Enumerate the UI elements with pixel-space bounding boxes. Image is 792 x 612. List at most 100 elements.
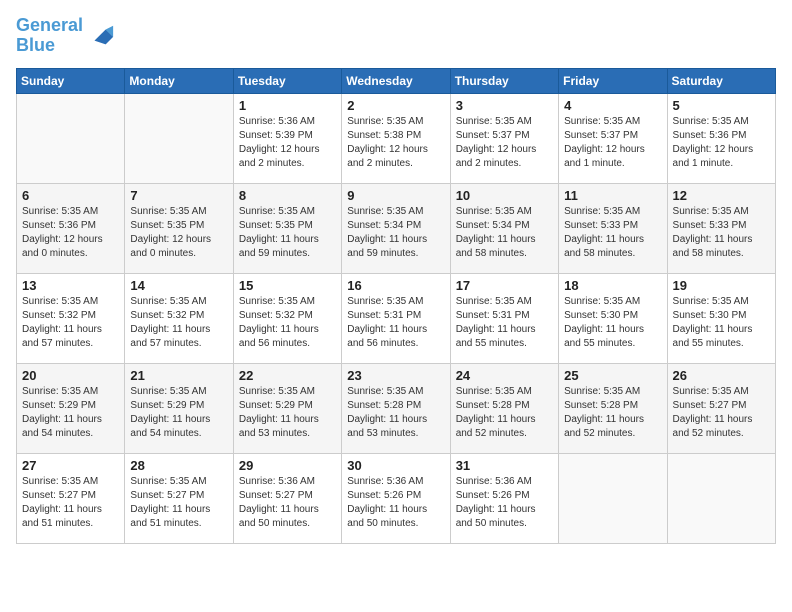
day-number: 7 xyxy=(130,188,227,203)
calendar-cell: 19 Sunrise: 5:35 AM Sunset: 5:30 PM Dayli… xyxy=(667,273,775,363)
day-info: Sunrise: 5:35 AM Sunset: 5:34 PM Dayligh… xyxy=(456,205,553,261)
calendar-cell: 10 Sunrise: 5:35 AM Sunset: 5:34 PM Dayli… xyxy=(450,183,558,273)
calendar-cell: 9Sunrise: 5:35 AM Sunset: 5:34 PM Daylig… xyxy=(342,183,450,273)
day-info: Sunrise: 5:35 AM Sunset: 5:37 PM Dayligh… xyxy=(564,115,661,171)
calendar-cell: 27 Sunrise: 5:35 AM Sunset: 5:27 PM Dayli… xyxy=(17,453,125,543)
logo: General Blue xyxy=(16,16,115,56)
day-info: Sunrise: 5:35 AM Sunset: 5:28 PM Dayligh… xyxy=(456,385,553,441)
day-number: 29 xyxy=(239,458,336,473)
day-info: Sunrise: 5:35 AM Sunset: 5:30 PM Dayligh… xyxy=(673,295,770,351)
day-info: Sunrise: 5:35 AM Sunset: 5:33 PM Dayligh… xyxy=(673,205,770,261)
day-number: 31 xyxy=(456,458,553,473)
calendar-cell: 5Sunrise: 5:35 AM Sunset: 5:36 PM Daylig… xyxy=(667,93,775,183)
day-info: Sunrise: 5:35 AM Sunset: 5:28 PM Dayligh… xyxy=(347,385,444,441)
day-number: 8 xyxy=(239,188,336,203)
day-number: 14 xyxy=(130,278,227,293)
calendar-cell: 3 Sunrise: 5:35 AM Sunset: 5:37 PM Daylig… xyxy=(450,93,558,183)
day-number: 12 xyxy=(673,188,770,203)
calendar-weekday-saturday: Saturday xyxy=(667,68,775,93)
calendar-weekday-monday: Monday xyxy=(125,68,233,93)
day-number: 9 xyxy=(347,188,444,203)
calendar-week-row: 1 Sunrise: 5:36 AM Sunset: 5:39 PM Daylig… xyxy=(17,93,776,183)
calendar-cell: 11 Sunrise: 5:35 AM Sunset: 5:33 PM Dayli… xyxy=(559,183,667,273)
calendar-cell: 7 Sunrise: 5:35 AM Sunset: 5:35 PM Daylig… xyxy=(125,183,233,273)
calendar-weekday-tuesday: Tuesday xyxy=(233,68,341,93)
calendar-cell: 22 Sunrise: 5:35 AM Sunset: 5:29 PM Dayli… xyxy=(233,363,341,453)
day-number: 11 xyxy=(564,188,661,203)
day-info: Sunrise: 5:35 AM Sunset: 5:36 PM Dayligh… xyxy=(673,115,770,171)
day-number: 27 xyxy=(22,458,119,473)
day-number: 1 xyxy=(239,98,336,113)
day-info: Sunrise: 5:35 AM Sunset: 5:29 PM Dayligh… xyxy=(22,385,119,441)
day-number: 15 xyxy=(239,278,336,293)
day-number: 4 xyxy=(564,98,661,113)
day-info: Sunrise: 5:35 AM Sunset: 5:38 PM Dayligh… xyxy=(347,115,444,171)
calendar-cell: 23 Sunrise: 5:35 AM Sunset: 5:28 PM Dayli… xyxy=(342,363,450,453)
calendar-cell: 25Sunrise: 5:35 AM Sunset: 5:28 PM Dayli… xyxy=(559,363,667,453)
day-number: 24 xyxy=(456,368,553,383)
day-number: 2 xyxy=(347,98,444,113)
day-info: Sunrise: 5:35 AM Sunset: 5:27 PM Dayligh… xyxy=(673,385,770,441)
day-info: Sunrise: 5:35 AM Sunset: 5:30 PM Dayligh… xyxy=(564,295,661,351)
calendar-cell xyxy=(125,93,233,183)
calendar-cell: 4 Sunrise: 5:35 AM Sunset: 5:37 PM Daylig… xyxy=(559,93,667,183)
calendar-cell: 18 Sunrise: 5:35 AM Sunset: 5:30 PM Dayli… xyxy=(559,273,667,363)
calendar-weekday-sunday: Sunday xyxy=(17,68,125,93)
day-number: 16 xyxy=(347,278,444,293)
day-info: Sunrise: 5:35 AM Sunset: 5:33 PM Dayligh… xyxy=(564,205,661,261)
day-number: 6 xyxy=(22,188,119,203)
day-info: Sunrise: 5:35 AM Sunset: 5:32 PM Dayligh… xyxy=(22,295,119,351)
calendar-cell: 31Sunrise: 5:36 AM Sunset: 5:26 PM Dayli… xyxy=(450,453,558,543)
day-number: 10 xyxy=(456,188,553,203)
calendar-week-row: 6 Sunrise: 5:35 AM Sunset: 5:36 PM Daylig… xyxy=(17,183,776,273)
day-info: Sunrise: 5:35 AM Sunset: 5:31 PM Dayligh… xyxy=(347,295,444,351)
day-info: Sunrise: 5:35 AM Sunset: 5:35 PM Dayligh… xyxy=(130,205,227,261)
calendar-cell: 12 Sunrise: 5:35 AM Sunset: 5:33 PM Dayli… xyxy=(667,183,775,273)
calendar-table: SundayMondayTuesdayWednesdayThursdayFrid… xyxy=(16,68,776,544)
calendar-header-row: SundayMondayTuesdayWednesdayThursdayFrid… xyxy=(17,68,776,93)
day-info: Sunrise: 5:35 AM Sunset: 5:32 PM Dayligh… xyxy=(130,295,227,351)
calendar-cell: 2 Sunrise: 5:35 AM Sunset: 5:38 PM Daylig… xyxy=(342,93,450,183)
logo-text: General Blue xyxy=(16,16,83,56)
day-number: 18 xyxy=(564,278,661,293)
day-info: Sunrise: 5:36 AM Sunset: 5:39 PM Dayligh… xyxy=(239,115,336,171)
calendar-weekday-friday: Friday xyxy=(559,68,667,93)
calendar-week-row: 20 Sunrise: 5:35 AM Sunset: 5:29 PM Dayli… xyxy=(17,363,776,453)
calendar-cell: 16 Sunrise: 5:35 AM Sunset: 5:31 PM Dayli… xyxy=(342,273,450,363)
day-number: 21 xyxy=(130,368,227,383)
calendar-cell: 26 Sunrise: 5:35 AM Sunset: 5:27 PM Dayli… xyxy=(667,363,775,453)
calendar-cell: 6 Sunrise: 5:35 AM Sunset: 5:36 PM Daylig… xyxy=(17,183,125,273)
calendar-week-row: 13Sunrise: 5:35 AM Sunset: 5:32 PM Dayli… xyxy=(17,273,776,363)
day-number: 3 xyxy=(456,98,553,113)
calendar-cell xyxy=(17,93,125,183)
day-info: Sunrise: 5:35 AM Sunset: 5:37 PM Dayligh… xyxy=(456,115,553,171)
day-info: Sunrise: 5:35 AM Sunset: 5:29 PM Dayligh… xyxy=(239,385,336,441)
day-number: 28 xyxy=(130,458,227,473)
day-info: Sunrise: 5:35 AM Sunset: 5:27 PM Dayligh… xyxy=(22,475,119,531)
calendar-cell: 17Sunrise: 5:35 AM Sunset: 5:31 PM Dayli… xyxy=(450,273,558,363)
day-info: Sunrise: 5:36 AM Sunset: 5:27 PM Dayligh… xyxy=(239,475,336,531)
calendar-cell: 30 Sunrise: 5:36 AM Sunset: 5:26 PM Dayli… xyxy=(342,453,450,543)
day-number: 22 xyxy=(239,368,336,383)
day-number: 20 xyxy=(22,368,119,383)
day-info: Sunrise: 5:35 AM Sunset: 5:35 PM Dayligh… xyxy=(239,205,336,261)
page-header: General Blue xyxy=(16,16,776,56)
day-info: Sunrise: 5:35 AM Sunset: 5:29 PM Dayligh… xyxy=(130,385,227,441)
calendar-cell: 21 Sunrise: 5:35 AM Sunset: 5:29 PM Dayli… xyxy=(125,363,233,453)
calendar-cell: 1 Sunrise: 5:36 AM Sunset: 5:39 PM Daylig… xyxy=(233,93,341,183)
calendar-cell: 15 Sunrise: 5:35 AM Sunset: 5:32 PM Dayli… xyxy=(233,273,341,363)
calendar-cell: 28 Sunrise: 5:35 AM Sunset: 5:27 PM Dayli… xyxy=(125,453,233,543)
day-info: Sunrise: 5:35 AM Sunset: 5:31 PM Dayligh… xyxy=(456,295,553,351)
calendar-cell xyxy=(667,453,775,543)
day-info: Sunrise: 5:36 AM Sunset: 5:26 PM Dayligh… xyxy=(347,475,444,531)
day-info: Sunrise: 5:35 AM Sunset: 5:36 PM Dayligh… xyxy=(22,205,119,261)
day-number: 26 xyxy=(673,368,770,383)
day-number: 19 xyxy=(673,278,770,293)
calendar-cell: 13Sunrise: 5:35 AM Sunset: 5:32 PM Dayli… xyxy=(17,273,125,363)
calendar-weekday-wednesday: Wednesday xyxy=(342,68,450,93)
day-info: Sunrise: 5:35 AM Sunset: 5:32 PM Dayligh… xyxy=(239,295,336,351)
day-info: Sunrise: 5:35 AM Sunset: 5:27 PM Dayligh… xyxy=(130,475,227,531)
calendar-week-row: 27 Sunrise: 5:35 AM Sunset: 5:27 PM Dayli… xyxy=(17,453,776,543)
day-number: 30 xyxy=(347,458,444,473)
day-number: 23 xyxy=(347,368,444,383)
